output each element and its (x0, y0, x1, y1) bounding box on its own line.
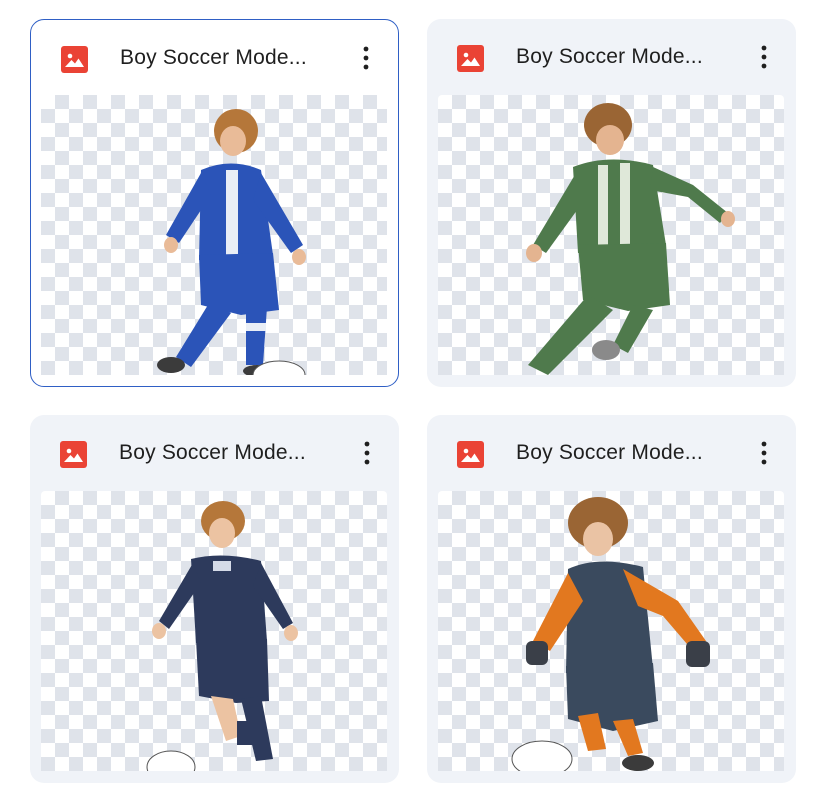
file-name: Boy Soccer Mode... (516, 441, 703, 464)
more-options-button[interactable] (349, 435, 385, 471)
file-card-header: Boy Soccer Mode... (427, 415, 796, 491)
more-vert-icon (761, 45, 767, 69)
file-card[interactable]: Boy Soccer Mode... (30, 19, 399, 387)
image-file-icon (60, 441, 87, 468)
more-options-button[interactable] (348, 40, 384, 76)
file-thumbnail (438, 491, 784, 771)
soccer-player-image (511, 497, 710, 771)
file-card[interactable]: Boy Soccer Mode... (30, 415, 399, 783)
more-options-button[interactable] (746, 435, 782, 471)
image-file-icon (61, 46, 88, 73)
file-thumbnail (41, 491, 387, 771)
soccer-player-image (526, 103, 735, 375)
file-name: Boy Soccer Mode... (516, 45, 703, 68)
more-vert-icon (364, 441, 370, 465)
more-vert-icon (761, 441, 767, 465)
soccer-player-image (157, 109, 306, 375)
file-grid: Boy Soccer Mode... Boy Soccer Mode... Bo… (0, 0, 818, 794)
file-card-header: Boy Soccer Mode... (427, 19, 796, 95)
image-file-icon (457, 441, 484, 468)
more-vert-icon (363, 46, 369, 70)
file-name: Boy Soccer Mode... (120, 46, 307, 69)
image-file-icon (457, 45, 484, 72)
file-card[interactable]: Boy Soccer Mode... (427, 415, 796, 783)
file-thumbnail (438, 95, 784, 375)
soccer-player-image (146, 501, 298, 771)
file-card-header: Boy Soccer Mode... (31, 20, 398, 96)
file-card[interactable]: Boy Soccer Mode... (427, 19, 796, 387)
file-name: Boy Soccer Mode... (119, 441, 306, 464)
file-thumbnail (41, 95, 387, 375)
more-options-button[interactable] (746, 39, 782, 75)
file-card-header: Boy Soccer Mode... (30, 415, 399, 491)
